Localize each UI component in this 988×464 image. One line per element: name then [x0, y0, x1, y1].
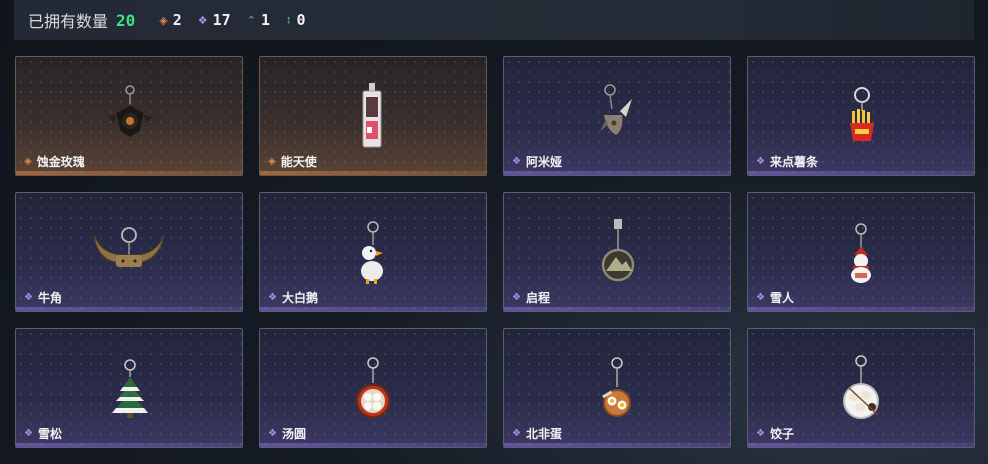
stat-orange-count: 2: [172, 11, 182, 29]
mountain-medallion-charm-icon: [601, 219, 635, 282]
charm-card[interactable]: ❖ 来点薯条: [747, 56, 975, 176]
charm-caption: ❖ 汤圆: [268, 425, 306, 442]
stat-blue: ⌃ 1: [247, 11, 270, 29]
stat-blue-count: 1: [260, 11, 270, 29]
charm-card[interactable]: ❖ 牛角: [15, 192, 243, 312]
purple-diamond-icon: ❖: [512, 156, 521, 167]
owned-count-label: 已拥有数量: [28, 14, 109, 31]
charm-caption: ❖ 雪松: [24, 425, 62, 442]
charm-name: 北非蛋: [525, 427, 562, 441]
charm-card[interactable]: ◈ 蚀金玫瑰: [15, 56, 243, 176]
charm-caption: ❖ 大白鹅: [268, 289, 318, 306]
stat-teal: ↕ 0: [286, 11, 306, 29]
charm-card[interactable]: ❖ 雪人: [747, 192, 975, 312]
purple-diamond-icon: ❖: [512, 292, 521, 303]
teal-arrows-icon: ↕: [285, 14, 292, 26]
purple-diamond-icon: ❖: [756, 156, 765, 167]
charm-name: 来点薯条: [769, 155, 818, 169]
charm-card[interactable]: ❖ 雪松: [15, 328, 243, 448]
bunny-ears-charm-icon: [600, 84, 632, 135]
charm-caption: ◈ 能天使: [268, 153, 317, 170]
orange-diamond-icon: ◈: [24, 156, 32, 167]
charm-card[interactable]: ◈ 能天使: [259, 56, 487, 176]
charm-caption: ❖ 饺子: [756, 425, 794, 442]
rarity-bar: [748, 307, 974, 311]
charm-card[interactable]: ❖ 大白鹅: [259, 192, 487, 312]
charm-name: 饺子: [769, 427, 794, 441]
purple-diamond-icon: ❖: [268, 428, 277, 439]
purple-diamond-icon: ❖: [512, 428, 521, 439]
charm-card[interactable]: ❖ 阿米娅: [503, 56, 731, 176]
rice-ball-bowl-charm-icon: [356, 357, 390, 418]
rarity-bar: [504, 171, 730, 175]
dumplings-plate-charm-icon: [843, 355, 879, 419]
snowy-pine-charm-icon: [112, 359, 148, 418]
rarity-bar: [16, 307, 242, 311]
charm-name: 牛角: [37, 291, 62, 305]
charm-card[interactable]: ❖ 饺子: [747, 328, 975, 448]
collection-header: 已拥有数量 20 ◈ 2 ❖ 17 ⌃ 1 ↕ 0: [14, 0, 974, 40]
charm-caption: ❖ 雪人: [756, 289, 794, 306]
rarity-bar: [748, 171, 974, 175]
charm-name: 雪人: [769, 291, 794, 305]
white-goose-charm-icon: [361, 221, 383, 284]
snowman-charm-icon: [851, 223, 871, 283]
charm-caption: ❖ 启程: [512, 289, 550, 306]
charm-caption: ❖ 阿米娅: [512, 153, 562, 170]
stat-teal-count: 0: [296, 11, 306, 29]
rarity-bar: [260, 307, 486, 311]
rarity-bar: [260, 171, 486, 175]
charm-name: 蚀金玫瑰: [36, 155, 85, 169]
rarity-bar: [504, 307, 730, 311]
charm-card[interactable]: ❖ 北非蛋: [503, 328, 731, 448]
rarity-bar: [16, 171, 242, 175]
charm-caption: ❖ 来点薯条: [756, 153, 818, 170]
charm-grid: ◈ 蚀金玫瑰 ◈ 能天使 ❖ 阿米娅 ❖ 来点薯条 ❖ 牛角 ❖ 大白鹅 ❖ 启…: [15, 56, 975, 448]
purple-diamond-icon: ❖: [756, 292, 765, 303]
purple-diamond-icon: ❖: [24, 292, 33, 303]
black-rose-charm-icon: [108, 85, 152, 138]
charm-name: 大白鹅: [281, 291, 318, 305]
purple-diamond-icon: ❖: [24, 428, 33, 439]
french-fries-charm-icon: [850, 87, 874, 141]
purple-diamond-icon: ❖: [268, 292, 277, 303]
charm-name: 启程: [525, 291, 550, 305]
shakshuka-charm-icon: [602, 357, 631, 417]
stat-orange: ◈ 2: [159, 11, 182, 29]
rarity-bar: [748, 443, 974, 447]
rarity-bar: [16, 443, 242, 447]
charm-card[interactable]: ❖ 汤圆: [259, 328, 487, 448]
bull-horns-charm-icon: [93, 227, 165, 267]
charm-caption: ❖ 牛角: [24, 289, 62, 306]
orange-diamond-icon: ◈: [159, 14, 168, 27]
charm-caption: ❖ 北非蛋: [512, 425, 562, 442]
orange-diamond-icon: ◈: [268, 156, 276, 167]
charm-name: 汤圆: [281, 427, 306, 441]
purple-diamond-icon: ❖: [197, 14, 208, 27]
charm-card[interactable]: ❖ 启程: [503, 192, 731, 312]
charm-name: 雪松: [37, 427, 62, 441]
stat-purple-count: 17: [212, 11, 231, 29]
blue-chevron-icon: ⌃: [246, 14, 256, 27]
rarity-bar: [260, 443, 486, 447]
charm-name: 能天使: [280, 155, 317, 169]
charm-name: 阿米娅: [525, 155, 562, 169]
stat-purple: ❖ 17: [198, 11, 231, 29]
owned-count-value: 20: [116, 10, 136, 30]
angel-card-charm-icon: [362, 83, 382, 148]
rarity-bar: [504, 443, 730, 447]
purple-diamond-icon: ❖: [756, 428, 765, 439]
charm-caption: ◈ 蚀金玫瑰: [24, 153, 85, 170]
